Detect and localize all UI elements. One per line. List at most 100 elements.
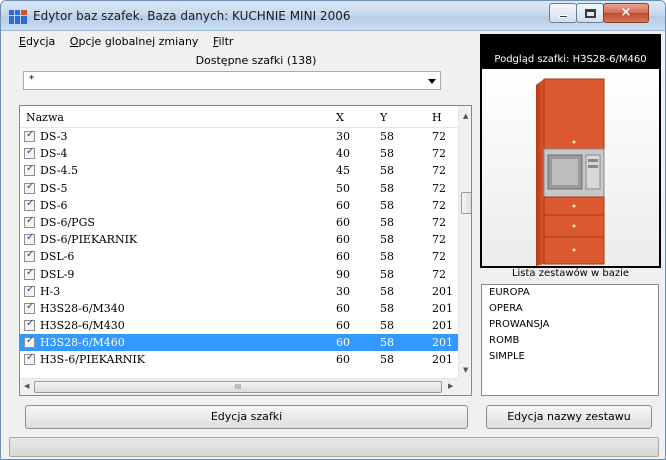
menu-filtr[interactable]: Filtr	[213, 35, 233, 48]
cell-name: DS-6	[40, 198, 68, 212]
table-row[interactable]: DS-4.5 45 58 72	[20, 162, 458, 179]
cabinet-render	[482, 69, 659, 266]
sets-list[interactable]: EUROPA OPERA PROWANSJA ROMB SIMPLE	[481, 284, 659, 396]
row-checkbox[interactable]	[24, 129, 35, 142]
column-header-nazwa[interactable]: Nazwa	[26, 111, 64, 124]
table-row[interactable]: H3S28-6/M460 60 58 201	[20, 334, 458, 352]
vertical-scroll-thumb[interactable]	[461, 192, 471, 214]
edit-cabinet-button[interactable]: Edycja szafki	[25, 405, 468, 429]
close-button[interactable]: ×	[603, 3, 649, 23]
row-checkbox[interactable]	[24, 163, 35, 177]
cell-y: 58	[380, 181, 394, 195]
column-header-x[interactable]: X	[336, 111, 344, 124]
scroll-up-icon[interactable]: ▲	[463, 112, 468, 120]
horizontal-scroll-thumb[interactable]: III	[34, 381, 442, 393]
cell-h: 72	[432, 164, 446, 178]
cabinets-table[interactable]: Nazwa X Y H DS-3 30 58 72 DS-4 40 58 72 DS-4.5 45…	[19, 105, 472, 396]
scroll-down-icon[interactable]: ▼	[463, 366, 468, 374]
table-row[interactable]: DS-3 30 58 72	[20, 128, 458, 145]
cell-x: 45	[336, 164, 350, 178]
cell-h: 72	[432, 233, 446, 247]
cell-name: H3S28-6/M340	[40, 301, 125, 315]
table-row[interactable]: DS-5 50 58 72	[20, 180, 458, 197]
cell-h: 72	[432, 250, 446, 264]
row-checkbox[interactable]	[24, 284, 35, 297]
cell-h: 72	[432, 198, 446, 212]
row-checkbox[interactable]	[24, 198, 35, 211]
set-list-item[interactable]: SIMPLE	[482, 349, 658, 365]
chevron-down-icon[interactable]	[428, 79, 436, 84]
preview-panel: Podgląd szafki: H3S28-6/M460	[480, 34, 661, 268]
app-icon	[9, 10, 27, 24]
cell-name: DS-3	[40, 130, 68, 143]
horizontal-scrollbar[interactable]: ◀ III ▶	[20, 378, 458, 395]
table-row[interactable]: DSL-9 90 58 72	[20, 266, 458, 283]
row-checkbox[interactable]	[24, 352, 35, 366]
cell-h: 72	[432, 147, 446, 161]
cell-name: DSL-6	[40, 250, 75, 264]
scroll-left-icon[interactable]: ◀	[24, 382, 29, 390]
cell-x: 60	[336, 353, 350, 367]
table-row[interactable]: DS-6/PIEKARNIK 60 58 72	[20, 231, 458, 248]
filter-value: *	[29, 74, 34, 85]
row-checkbox[interactable]	[24, 267, 35, 280]
cell-y: 58	[380, 198, 394, 212]
cell-x: 90	[336, 267, 350, 281]
scroll-right-icon[interactable]: ▶	[448, 382, 453, 390]
cell-x: 60	[336, 215, 350, 229]
set-list-item[interactable]: EUROPA	[482, 285, 658, 301]
title-bar[interactable]: Edytor baz szafek. Baza danych: KUCHNIE …	[1, 1, 665, 31]
table-row[interactable]: DSL-6 60 58 72	[20, 248, 458, 265]
table-row[interactable]: DS-4 40 58 72	[20, 145, 458, 162]
vertical-scrollbar[interactable]: ▲ ▼	[458, 106, 471, 378]
table-row[interactable]: H3S28-6/M340 60 58 201	[20, 300, 458, 317]
cell-x: 60	[336, 233, 350, 247]
menu-opcje-globalnej-zmiany[interactable]: Opcje globalnej zmiany	[70, 35, 199, 48]
sets-list-caption: Lista zestawów w bazie	[511, 268, 630, 279]
edit-set-name-button[interactable]: Edycja nazwy zestawu	[486, 405, 652, 429]
cell-name: DSL-9	[40, 267, 75, 281]
cell-name: H3S-6/PIEKARNIK	[40, 353, 145, 367]
filter-combobox[interactable]: *	[23, 71, 441, 90]
row-checkbox[interactable]	[24, 146, 35, 160]
preview-title: Podgląd szafki: H3S28-6/M460	[494, 54, 647, 65]
row-checkbox[interactable]	[24, 181, 35, 194]
cell-h: 201	[432, 301, 453, 315]
row-checkbox[interactable]	[24, 232, 35, 246]
column-header-y[interactable]: Y	[380, 111, 387, 124]
cell-y: 58	[380, 130, 394, 143]
table-row[interactable]: H-3 30 58 201	[20, 283, 458, 300]
cabinet-preview-image	[482, 69, 659, 266]
column-header-h[interactable]: H	[432, 111, 442, 124]
menu-edycja[interactable]: Edycja	[19, 35, 55, 48]
set-list-item[interactable]: ROMB	[482, 333, 658, 349]
cell-name: DS-5	[40, 181, 68, 195]
row-checkbox[interactable]	[24, 301, 35, 314]
cell-x: 60	[336, 250, 350, 264]
table-row[interactable]: DS-6/PGS 60 58 72	[20, 214, 458, 231]
cell-y: 58	[380, 319, 394, 333]
cell-name: DS-6/PIEKARNIK	[40, 233, 138, 247]
row-checkbox[interactable]	[24, 215, 35, 228]
cell-x: 60	[336, 336, 350, 350]
cell-y: 58	[380, 250, 394, 264]
set-list-item[interactable]: OPERA	[482, 301, 658, 317]
maximize-button[interactable]	[576, 3, 604, 23]
cell-y: 58	[380, 353, 394, 367]
row-checkbox[interactable]	[24, 335, 35, 349]
cell-name: H3S28-6/M460	[40, 336, 125, 350]
window-title: Edytor baz szafek. Baza danych: KUCHNIE …	[33, 9, 351, 23]
row-checkbox[interactable]	[24, 318, 35, 332]
cell-h: 201	[432, 336, 453, 350]
set-list-item[interactable]: PROWANSJA	[482, 317, 658, 333]
status-bar	[9, 437, 659, 457]
cell-name: DS-4.5	[40, 164, 78, 178]
cell-x: 30	[336, 130, 350, 143]
minimize-button[interactable]	[549, 3, 577, 23]
row-checkbox[interactable]	[24, 249, 35, 263]
cell-x: 60	[336, 319, 350, 333]
table-row[interactable]: H3S28-6/M430 60 58 201	[20, 317, 458, 334]
table-row[interactable]: DS-6 60 58 72	[20, 197, 458, 214]
table-row[interactable]: H3S-6/PIEKARNIK 60 58 201	[20, 351, 458, 368]
cell-x: 30	[336, 284, 350, 298]
